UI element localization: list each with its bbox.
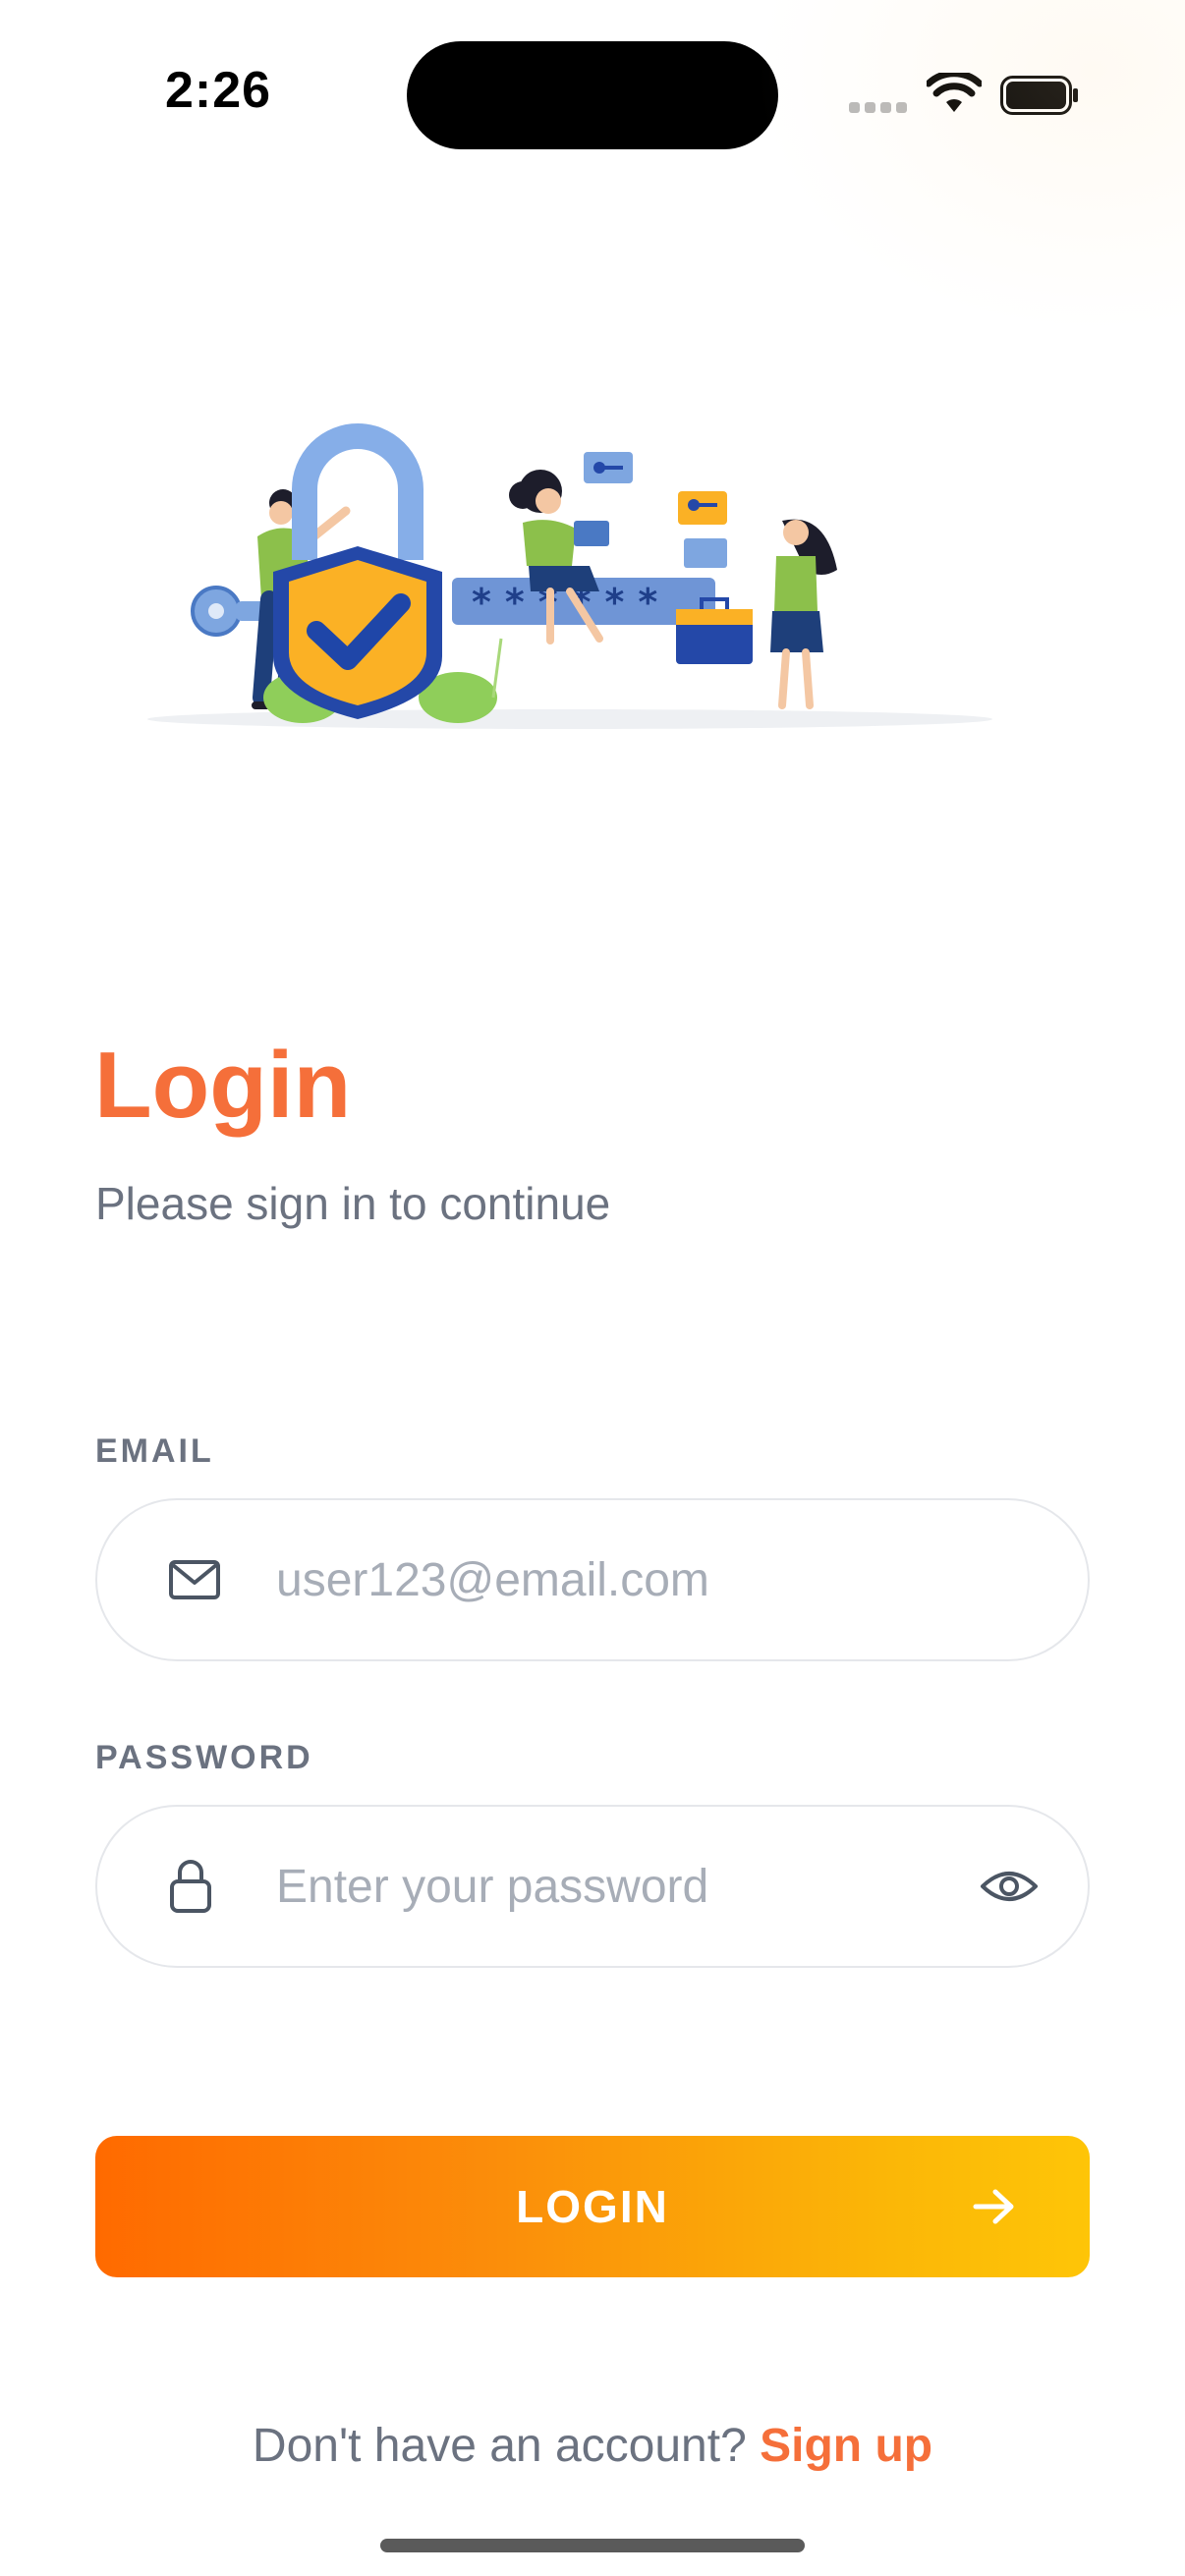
- mail-icon: [169, 1560, 220, 1599]
- password-label: PASSWORD: [95, 1739, 313, 1776]
- status-time: 2:26: [165, 62, 272, 119]
- lock-icon: [170, 1860, 211, 1913]
- signup-row: Don't have an account? Sign up: [0, 2419, 1185, 2473]
- email-field-container[interactable]: [95, 1498, 1090, 1661]
- person-figure: [770, 519, 837, 709]
- dynamic-island: [407, 41, 778, 149]
- email-label: EMAIL: [95, 1432, 214, 1470]
- background-glow: [727, 0, 1185, 354]
- email-input[interactable]: [276, 1500, 905, 1659]
- signup-prompt: Don't have an account?: [252, 2420, 747, 2472]
- laptop-icon: [684, 538, 727, 568]
- eye-icon[interactable]: [980, 1867, 1039, 1906]
- login-button[interactable]: LOGIN: [95, 2136, 1090, 2277]
- page-title: Login: [94, 1033, 352, 1138]
- key-message-icon: [584, 452, 633, 483]
- password-field-container[interactable]: [95, 1805, 1090, 1968]
- page-subtitle: Please sign in to continue: [95, 1178, 611, 1229]
- login-button-label: LOGIN: [516, 2181, 669, 2232]
- security-illustration: ******: [147, 423, 992, 729]
- arrow-right-icon: [973, 2189, 1014, 2224]
- padlock-shield-icon: [273, 423, 442, 719]
- home-indicator: [380, 2539, 805, 2552]
- signup-link[interactable]: Sign up: [760, 2420, 932, 2472]
- password-input[interactable]: [276, 1807, 905, 1966]
- key-message-icon: [678, 491, 727, 525]
